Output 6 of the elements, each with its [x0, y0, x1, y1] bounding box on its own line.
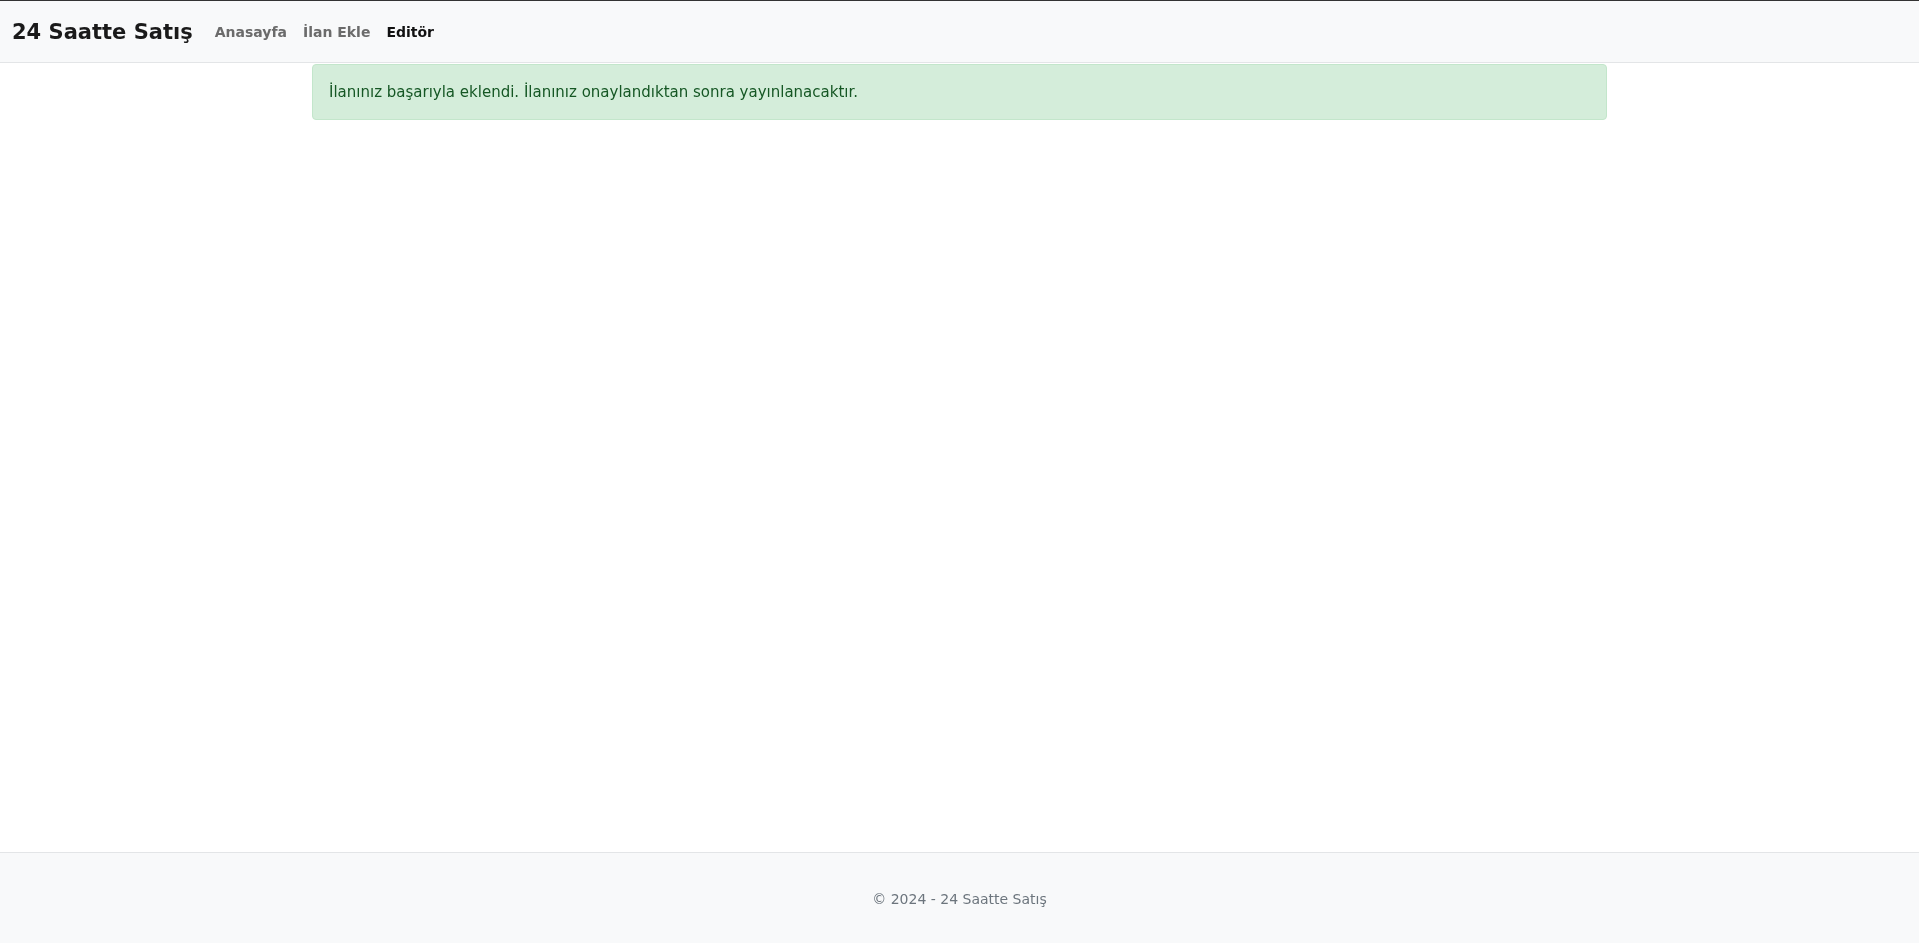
success-alert: İlanınız başarıyla eklendi. İlanınız onaylandıktan sonra yayınlanacaktır. — [312, 64, 1607, 120]
nav-link[interactable]: İlan Ekle — [302, 23, 371, 40]
nav-link[interactable]: Anasayfa — [214, 23, 287, 40]
brand-link[interactable]: 24 Saatte Satış — [12, 19, 193, 44]
nav-link[interactable]: Editör — [386, 23, 434, 40]
copyright-text: © 2024 - 24 Saatte Satış — [872, 891, 1047, 907]
